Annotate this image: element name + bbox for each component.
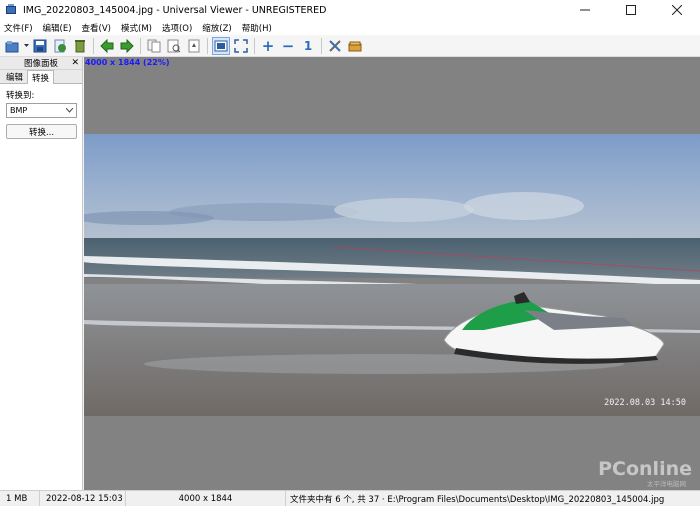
panel-close-icon[interactable]: ✕ [71,57,79,70]
zoom-out-button[interactable]: − [279,37,297,55]
preview-button[interactable] [165,37,183,55]
toolbar-separator [140,37,141,54]
save-button[interactable] [31,37,49,55]
toolbar-separator [321,37,322,54]
toolbar-separator [254,37,255,54]
fit-window-icon [214,40,228,51]
format-select-value: BMP [10,106,28,115]
minimize-icon [580,9,590,11]
panel-title: 图像面板 [23,59,58,69]
photo-image [84,134,700,416]
back-arrow-icon [100,38,114,53]
watermark-logo: PConline [598,458,692,480]
status-dimensions: 4000 x 1844 [126,490,286,506]
menu-zoom[interactable]: 缩放(Z) [202,22,231,34]
status-file-size: 1 MB [0,490,40,506]
image-viewer[interactable]: 4000 x 1844 (22%) 2022.08.03 14:50 PConl… [84,57,700,490]
image-panel: 图像面板 ✕ 编辑 转换 转换到: BMP 转换... [0,57,83,490]
rotate-icon [188,39,200,52]
menu-bar: 文件(F) 编辑(E) 查看(V) 模式(M) 选项(O) 缩放(Z) 帮助(H… [0,20,700,35]
back-button[interactable] [98,37,116,55]
panel-header: 图像面板 ✕ [0,57,82,70]
convert-to-label: 转换到: [6,91,35,101]
status-path: 文件夹中有 6 个, 共 37 · E:\Program Files\Docum… [290,494,665,505]
toolbar-separator [93,37,94,54]
maximize-button[interactable] [608,0,654,20]
minimize-button[interactable] [562,0,608,20]
tools-button[interactable] [326,37,344,55]
format-select[interactable]: BMP [6,103,77,118]
title-bar: IMG_20220803_145004.jpg - Universal View… [0,0,700,20]
tab-convert[interactable]: 转换 [27,70,55,84]
fit-window-button[interactable] [212,36,230,55]
actual-size-button[interactable]: 1 [299,37,317,55]
window-title: IMG_20220803_145004.jpg - Universal View… [23,4,327,16]
fullscreen-icon [234,38,248,53]
rotate-button[interactable] [185,37,203,55]
toolbar-separator [207,37,208,54]
reload-button[interactable] [51,37,69,55]
close-button[interactable] [654,0,700,20]
chevron-down-icon [66,108,73,113]
photo-timestamp: 2022.08.03 14:50 [604,398,686,408]
save-icon [33,39,47,52]
menu-edit[interactable]: 编辑(E) [43,22,72,34]
window-controls [562,0,700,20]
recycle-button[interactable] [71,37,89,55]
open-dropdown[interactable] [23,37,29,55]
panel-tabs: 编辑 转换 [0,70,82,84]
reload-icon [54,39,66,52]
menu-file[interactable]: 文件(F) [4,22,33,34]
status-bar: 1 MB 2022-08-12 15:03 4000 x 1844 文件夹中有 … [0,490,700,506]
toolbar: + − 1 [0,35,700,57]
zoom-out-icon: − [281,36,295,55]
package-icon [348,41,362,51]
preview-icon [167,39,181,52]
dimensions-overlay: 4000 x 1844 (22%) [85,58,170,67]
open-button[interactable] [3,37,21,55]
menu-options[interactable]: 选项(O) [162,22,192,34]
forward-button[interactable] [118,37,136,55]
watermark-subtitle: 太平洋电脑网 [647,480,686,488]
copy-icon [147,39,161,52]
zoom-in-button[interactable]: + [259,37,277,55]
maximize-icon [626,5,636,15]
chevron-down-icon [23,43,29,47]
open-icon [5,40,19,52]
package-button[interactable] [346,37,364,55]
recycle-icon [75,39,85,52]
actual-size-icon: 1 [303,38,313,53]
tools-icon [329,39,341,52]
zoom-in-icon: + [261,36,275,55]
forward-arrow-icon [120,38,134,53]
fullscreen-button[interactable] [232,37,250,55]
menu-mode[interactable]: 模式(M) [121,22,152,34]
copy-button[interactable] [145,37,163,55]
menu-help[interactable]: 帮助(H) [242,22,272,34]
menu-view[interactable]: 查看(V) [82,22,111,34]
close-icon [672,5,682,15]
tab-edit[interactable]: 编辑 [2,70,27,83]
status-file-date: 2022-08-12 15:03 [40,490,126,506]
app-icon [5,4,17,16]
convert-button[interactable]: 转换... [6,124,77,139]
